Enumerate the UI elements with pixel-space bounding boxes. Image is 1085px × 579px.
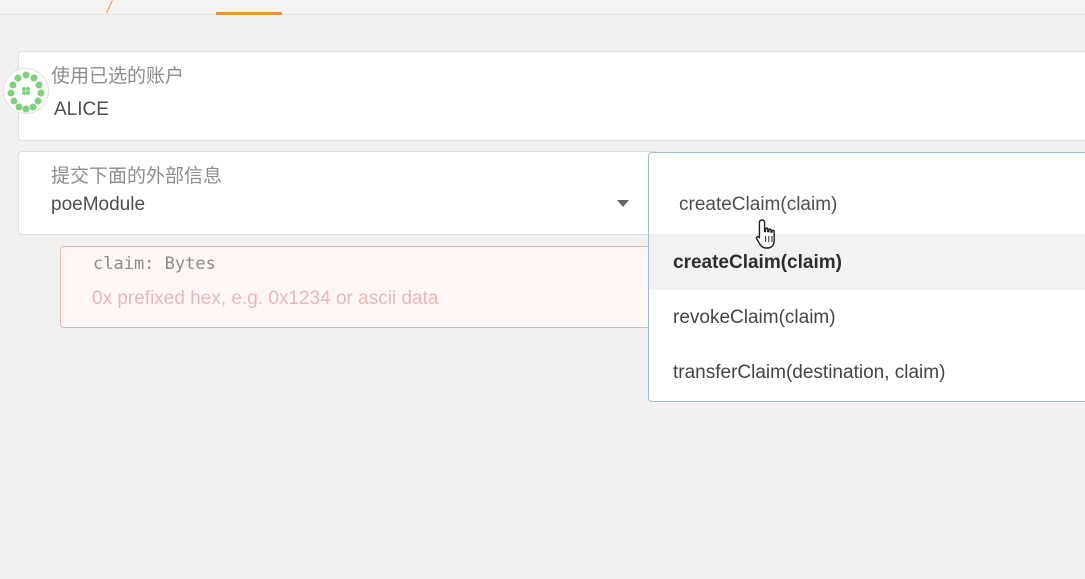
- menu-item-revokeclaim[interactable]: revokeClaim(claim): [649, 290, 1085, 345]
- param-placeholder: 0x prefixed hex, e.g. 0x1234 or ascii da…: [92, 288, 439, 309]
- module-selector[interactable]: 提交下面的外部信息 poeModule: [18, 151, 658, 235]
- menu-item-transferclaim[interactable]: transferClaim(destination, claim): [649, 345, 1085, 400]
- hand-cursor-icon: [755, 219, 775, 249]
- top-nav-bar: [0, 0, 1085, 15]
- account-label: 使用已选的账户: [51, 65, 185, 87]
- account-selector[interactable]: 使用已选的账户 ALICE: [3, 51, 1085, 141]
- account-identicon-icon: [3, 68, 49, 114]
- method-current-value: createClaim(claim): [679, 194, 838, 215]
- account-value: ALICE: [54, 99, 109, 120]
- chevron-down-icon[interactable]: [617, 200, 629, 207]
- param-label: claim: Bytes: [93, 254, 216, 274]
- active-tab-indicator: [216, 12, 282, 15]
- method-menu: createClaim(claim) revokeClaim(claim) tr…: [649, 234, 1085, 400]
- method-dropdown[interactable]: createClaim(claim) createClaim(claim) re…: [648, 152, 1085, 402]
- module-value: poeModule: [51, 194, 146, 215]
- extrinsic-label: 提交下面的外部信息: [51, 165, 223, 187]
- nav-divider: [106, 0, 113, 14]
- menu-item-createclaim[interactable]: createClaim(claim): [649, 235, 1085, 290]
- claim-param-input[interactable]: claim: Bytes 0x prefixed hex, e.g. 0x123…: [60, 246, 660, 328]
